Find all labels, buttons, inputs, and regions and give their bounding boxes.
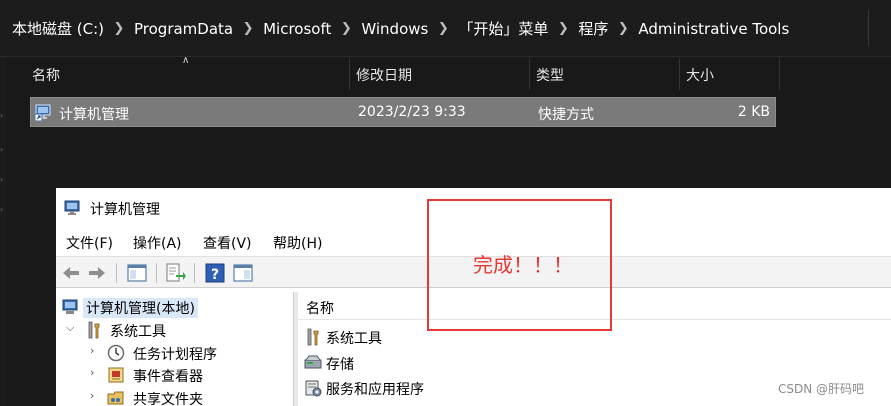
list-item-label: 存储	[326, 357, 354, 373]
computer-management-icon	[64, 200, 80, 215]
forward-icon[interactable]	[86, 262, 108, 284]
tree-item-label: 系统工具	[110, 324, 166, 340]
toolbar-divider	[116, 263, 117, 283]
file-date: 2023/2/23 9:33	[358, 104, 466, 120]
chevron-right-icon[interactable]: ❯	[106, 21, 132, 36]
navigation-pane-edge: › › › ›	[0, 57, 6, 406]
computer-management-icon	[35, 104, 51, 121]
menu-file[interactable]: 文件(F)	[66, 233, 113, 253]
storage-icon	[304, 355, 322, 369]
help-icon[interactable]: ?	[204, 262, 226, 284]
tree-item-label: 任务计划程序	[133, 347, 217, 363]
breadcrumb: 本地磁盘 (C:) ❯ ProgramData ❯ Microsoft ❯ Wi…	[10, 18, 791, 39]
breadcrumb-item-windows[interactable]: Windows	[359, 20, 430, 38]
chevron-right-icon[interactable]: ❯	[235, 21, 261, 36]
chevron-down-icon[interactable]: ⌵	[66, 321, 74, 335]
chevron-right-icon[interactable]: ›	[90, 344, 94, 357]
chevron-right-icon[interactable]: ›	[90, 389, 94, 402]
file-type: 快捷方式	[538, 107, 594, 123]
column-header-size[interactable]: 大小	[680, 58, 780, 90]
chevron-right-icon[interactable]: ›	[0, 206, 6, 214]
svg-text:?: ?	[211, 267, 219, 283]
file-name: 计算机管理	[59, 107, 129, 123]
column-header-date[interactable]: 修改日期	[350, 58, 530, 90]
toolbar-divider	[156, 263, 157, 283]
toolbar-divider	[194, 263, 195, 283]
chevron-right-icon[interactable]: ›	[0, 176, 6, 184]
chevron-right-icon[interactable]: ›	[0, 112, 6, 120]
file-size: 2 KB	[737, 104, 770, 120]
chevron-right-icon[interactable]: ❯	[550, 21, 576, 36]
console-tree: 计算机管理(本地) ⌵ 系统工具 › 任务计划程序 › 事件查看器 › 共享文件…	[56, 292, 294, 406]
tools-icon	[307, 328, 319, 346]
column-header-type[interactable]: 类型	[530, 58, 680, 90]
shared-folder-icon	[107, 391, 124, 405]
clock-icon	[107, 344, 125, 362]
annotation-text: 完成！！！	[473, 253, 573, 277]
show-hide-action-pane-icon[interactable]	[232, 262, 254, 284]
menu-action[interactable]: 操作(A)	[133, 233, 182, 253]
breadcrumb-item-programs[interactable]: 程序	[576, 18, 610, 39]
menu-view[interactable]: 查看(V)	[203, 233, 252, 253]
breadcrumb-item-drive[interactable]: 本地磁盘 (C:)	[10, 18, 106, 39]
tools-icon	[88, 321, 100, 339]
chevron-right-icon[interactable]: ❯	[430, 21, 456, 36]
list-item-label: 服务和应用程序	[326, 382, 424, 398]
chevron-right-icon[interactable]: ›	[0, 146, 6, 154]
show-hide-console-tree-icon[interactable]	[126, 262, 148, 284]
breadcrumb-item-microsoft[interactable]: Microsoft	[261, 20, 333, 38]
address-bar[interactable]: 本地磁盘 (C:) ❯ ProgramData ❯ Microsoft ❯ Wi…	[0, 0, 891, 57]
tree-item-label: 事件查看器	[133, 369, 203, 385]
computer-management-icon	[62, 299, 78, 314]
tree-item-label: 共享文件夹	[133, 392, 203, 406]
column-header-name[interactable]: 名称	[26, 58, 350, 90]
back-icon[interactable]	[60, 262, 82, 284]
chevron-right-icon[interactable]: ›	[90, 366, 94, 379]
chevron-right-icon[interactable]: ❯	[610, 21, 636, 36]
tree-item-label: 计算机管理(本地)	[83, 298, 198, 318]
chevron-right-icon[interactable]: ❯	[333, 21, 359, 36]
export-list-icon[interactable]	[164, 262, 186, 284]
file-row[interactable]: 计算机管理 2023/2/23 9:33 快捷方式 2 KB	[30, 97, 776, 127]
list-item-label: 系统工具	[326, 331, 382, 347]
menu-help[interactable]: 帮助(H)	[273, 233, 322, 253]
breadcrumb-item-programdata[interactable]: ProgramData	[132, 20, 235, 38]
window-title: 计算机管理	[90, 202, 160, 218]
address-bar-divider	[868, 10, 869, 46]
services-icon	[305, 380, 322, 397]
breadcrumb-item-start-menu[interactable]: 「开始」菜单	[456, 18, 550, 39]
watermark: CSDN @肝码吧	[778, 382, 865, 396]
breadcrumb-item-admin-tools[interactable]: Administrative Tools	[636, 20, 791, 38]
event-viewer-icon	[108, 367, 124, 383]
